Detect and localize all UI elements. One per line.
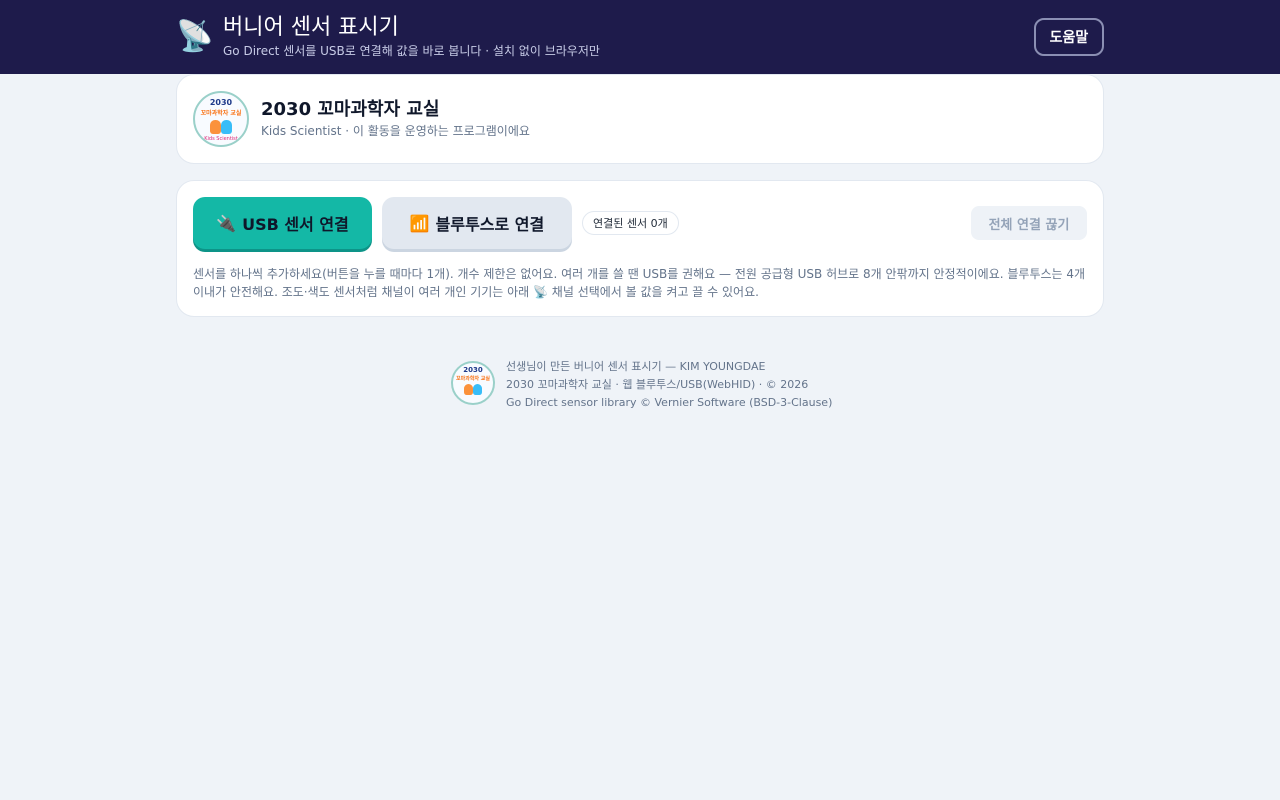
title-block: 버니어 센서 표시기 Go Direct 센서를 USB로 연결해 값을 바로 … <box>223 15 600 59</box>
usb-connect-button[interactable]: 🔌 USB 센서 연결 <box>193 197 372 249</box>
org-subtitle: Kids Scientist · 이 활동을 운영하는 프로그램이에요 <box>261 124 530 138</box>
app-title: 버니어 센서 표시기 <box>223 15 399 40</box>
bluetooth-connect-button[interactable]: 📶 블루투스로 연결 <box>382 197 572 249</box>
satellite-dish-icon: 📡 <box>176 19 214 54</box>
footer-line-license: Go Direct sensor library © Vernier Softw… <box>506 396 833 409</box>
connection-help-text: 센서를 하나씩 추가하세요(버튼을 누를 때마다 1개). 개수 제한은 없어요… <box>193 267 1086 299</box>
org-title: 2030 꼬마과학자 교실 <box>261 99 440 120</box>
top-bar-inner: 📡 버니어 센서 표시기 Go Direct 센서를 USB로 연결해 값을 바… <box>176 0 1104 74</box>
footer-line-credit: 선생님이 만든 버니어 센서 표시기 — KIM YOUNGDAE <box>506 360 766 373</box>
org-card: 2030 꼬마과학자 교실 Kids Scientist 2030 꼬마과학자 … <box>176 74 1104 164</box>
footer-line-program: 2030 꼬마과학자 교실 · 웹 블루투스/USB(WebHID) · © 2… <box>506 378 809 391</box>
org-text: 2030 꼬마과학자 교실 Kids Scientist · 이 활동을 운영하… <box>261 99 530 139</box>
connection-button-row: 🔌 USB 센서 연결 📶 블루투스로 연결 연결된 센서 0개 전체 연결 끊… <box>193 197 1087 249</box>
help-button[interactable]: 도움말 <box>1034 18 1104 56</box>
plug-icon: 🔌 <box>216 213 237 233</box>
footer: 2030 꼬마과학자 교실 선생님이 만든 버니어 센서 표시기 — KIM Y… <box>451 358 832 412</box>
signal-bars-icon: 📶 <box>409 213 430 233</box>
footer-logo: 2030 꼬마과학자 교실 <box>451 361 495 405</box>
app-subtitle: Go Direct 센서를 USB로 연결해 값을 바로 봅니다 · 설치 없이… <box>223 44 600 58</box>
connection-card: 🔌 USB 센서 연결 📶 블루투스로 연결 연결된 센서 0개 전체 연결 끊… <box>176 180 1104 317</box>
bluetooth-connect-label: 블루투스로 연결 <box>435 215 545 234</box>
org-logo: 2030 꼬마과학자 교실 Kids Scientist <box>193 91 249 147</box>
disconnect-all-button[interactable]: 전체 연결 끊기 <box>971 206 1087 240</box>
usb-connect-label: USB 센서 연결 <box>242 215 349 234</box>
footer-text: 선생님이 만든 버니어 센서 표시기 — KIM YOUNGDAE 2030 꼬… <box>506 358 832 412</box>
connected-count-badge: 연결된 센서 0개 <box>582 211 679 235</box>
top-bar: 📡 버니어 센서 표시기 Go Direct 센서를 USB로 연결해 값을 바… <box>0 0 1280 74</box>
